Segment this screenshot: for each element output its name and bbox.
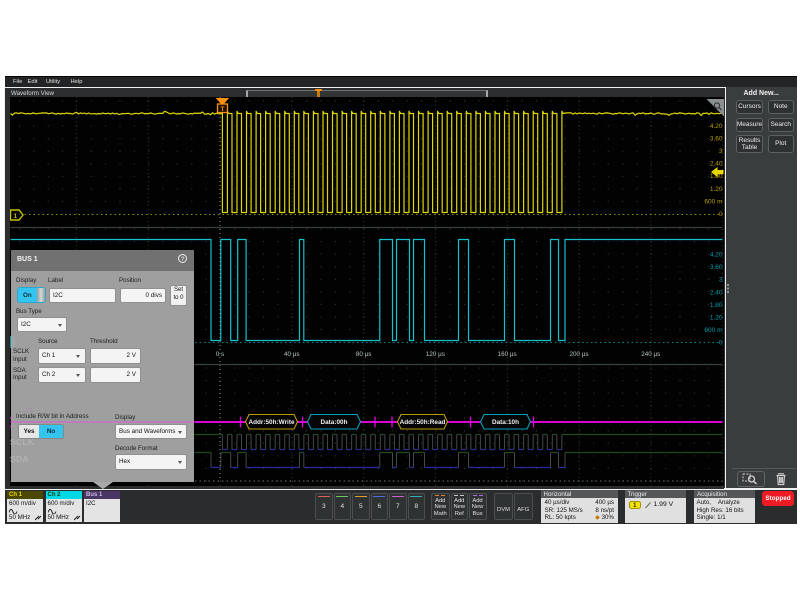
svg-text:0: 0 xyxy=(718,339,722,346)
svg-text:4.20: 4.20 xyxy=(709,252,722,259)
svg-text:1.20: 1.20 xyxy=(709,314,722,321)
svg-text:1: 1 xyxy=(13,213,17,220)
svg-text:1.20: 1.20 xyxy=(709,186,722,193)
svg-text:Addr:50h:Read: Addr:50h:Read xyxy=(399,419,445,426)
svg-text:3: 3 xyxy=(718,148,722,155)
svg-text:600 m: 600 m xyxy=(704,327,722,334)
svg-text:2.40: 2.40 xyxy=(709,161,722,168)
svg-text:3: 3 xyxy=(718,277,722,284)
svg-text:1.80: 1.80 xyxy=(709,302,722,309)
svg-text:2.40: 2.40 xyxy=(709,289,722,296)
svg-text:3.60: 3.60 xyxy=(709,264,722,271)
svg-text:40 µs: 40 µs xyxy=(284,351,300,358)
svg-text:Addr:50h:Write: Addr:50h:Write xyxy=(248,419,294,426)
svg-text:4.20: 4.20 xyxy=(709,123,722,130)
svg-text:200 µs: 200 µs xyxy=(569,351,588,358)
svg-text:3.60: 3.60 xyxy=(709,135,722,142)
svg-text:Data:10h: Data:10h xyxy=(492,419,519,426)
svg-text:600 m: 600 m xyxy=(704,198,722,205)
svg-text:160 µs: 160 µs xyxy=(497,351,516,358)
svg-text:240 µs: 240 µs xyxy=(641,351,660,358)
svg-text:0 s: 0 s xyxy=(215,351,223,358)
svg-text:Data:00h: Data:00h xyxy=(320,419,347,426)
svg-text:80 µs: 80 µs xyxy=(355,351,371,358)
svg-text:T: T xyxy=(220,106,224,113)
svg-text:0: 0 xyxy=(718,211,722,218)
svg-text:120 µs: 120 µs xyxy=(425,351,444,358)
